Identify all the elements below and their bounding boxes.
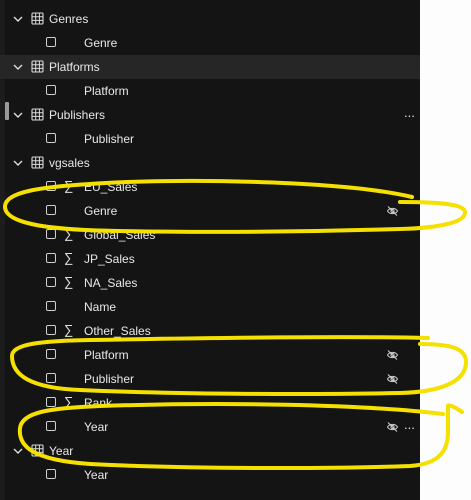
chevron-down-icon[interactable] — [12, 445, 24, 457]
table-icon — [31, 12, 44, 25]
field-row[interactable]: Platform — [0, 79, 420, 103]
chevron-down-icon[interactable] — [12, 157, 24, 169]
sigma-icon: ∑ — [64, 322, 74, 337]
field-name: Other_Sales — [84, 324, 151, 338]
field-checkbox[interactable] — [46, 325, 56, 335]
field-name: EU_Sales — [84, 180, 138, 194]
field-name: NA_Sales — [84, 276, 138, 290]
field-checkbox[interactable] — [46, 373, 56, 383]
field-checkbox[interactable] — [46, 421, 56, 431]
field-checkbox[interactable] — [46, 181, 56, 191]
field-name: Genre — [84, 204, 118, 218]
field-name: Publisher — [84, 132, 135, 146]
field-checkbox[interactable] — [46, 277, 56, 287]
field-name: Platform — [84, 84, 129, 98]
table-name: vgsales — [49, 156, 90, 170]
field-row[interactable]: Publisher — [0, 127, 420, 151]
field-row[interactable]: ∑ EU_Sales — [0, 175, 420, 199]
more-options-icon[interactable]: ... — [404, 417, 415, 433]
field-name: JP_Sales — [84, 252, 135, 266]
field-row[interactable]: Platform — [0, 343, 420, 367]
field-checkbox[interactable] — [46, 229, 56, 239]
more-options-icon[interactable]: ... — [404, 105, 415, 121]
table-row-genres[interactable]: Genres — [0, 7, 420, 31]
field-row[interactable]: ∑ NA_Sales — [0, 271, 420, 295]
table-row-platforms[interactable]: Platforms — [0, 55, 420, 79]
table-icon — [31, 156, 44, 169]
field-name: Publisher — [84, 372, 135, 386]
table-row-publishers[interactable]: Publishers ... — [0, 103, 420, 127]
sigma-icon: ∑ — [64, 250, 74, 265]
field-name: Year — [84, 468, 109, 482]
sigma-icon: ∑ — [64, 178, 74, 193]
field-name: Year — [84, 420, 109, 434]
eye-off-icon[interactable] — [386, 205, 399, 217]
chevron-down-icon[interactable] — [12, 61, 24, 73]
eye-off-icon[interactable] — [386, 349, 399, 361]
field-name: Global_Sales — [84, 228, 156, 242]
field-row[interactable]: Year — [0, 463, 420, 487]
table-row-year[interactable]: Year — [0, 439, 420, 463]
field-row[interactable]: ∑ Global_Sales — [0, 223, 420, 247]
field-row[interactable]: Publisher — [0, 367, 420, 391]
field-checkbox[interactable] — [46, 397, 56, 407]
field-name: Name — [84, 300, 117, 314]
field-row[interactable]: ∑ Other_Sales — [0, 319, 420, 343]
eye-off-icon[interactable] — [386, 421, 399, 433]
field-row[interactable]: ∑ JP_Sales — [0, 247, 420, 271]
field-checkbox[interactable] — [46, 37, 56, 47]
table-row-vgsales[interactable]: vgsales — [0, 151, 420, 175]
chevron-down-icon[interactable] — [12, 13, 24, 25]
sigma-icon: ∑ — [64, 226, 74, 241]
field-row[interactable]: ∑ Rank — [0, 391, 420, 415]
field-row[interactable]: Genre — [0, 199, 420, 223]
sigma-icon: ∑ — [64, 274, 74, 289]
table-name: Genres — [49, 12, 89, 26]
table-icon — [31, 108, 44, 121]
field-row[interactable]: Name — [0, 295, 420, 319]
field-row[interactable]: Year ... — [0, 415, 420, 439]
chevron-down-icon[interactable] — [12, 109, 24, 121]
table-icon — [31, 444, 44, 457]
field-checkbox[interactable] — [46, 301, 56, 311]
field-checkbox[interactable] — [46, 469, 56, 479]
field-name: Rank — [84, 396, 113, 410]
table-icon — [31, 60, 44, 73]
sigma-icon: ∑ — [64, 394, 74, 409]
eye-off-icon[interactable] — [386, 373, 399, 385]
field-checkbox[interactable] — [46, 205, 56, 215]
field-checkbox[interactable] — [46, 133, 56, 143]
field-checkbox[interactable] — [46, 253, 56, 263]
table-name: Year — [49, 444, 74, 458]
field-row[interactable]: Genre — [0, 31, 420, 55]
field-name: Genre — [84, 36, 118, 50]
data-fields-pane: Genres Genre Platforms Platform Publishe… — [0, 0, 420, 500]
field-checkbox[interactable] — [46, 85, 56, 95]
field-checkbox[interactable] — [46, 349, 56, 359]
table-name: Publishers — [49, 108, 106, 122]
field-name: Platform — [84, 348, 129, 362]
table-name: Platforms — [49, 60, 100, 74]
